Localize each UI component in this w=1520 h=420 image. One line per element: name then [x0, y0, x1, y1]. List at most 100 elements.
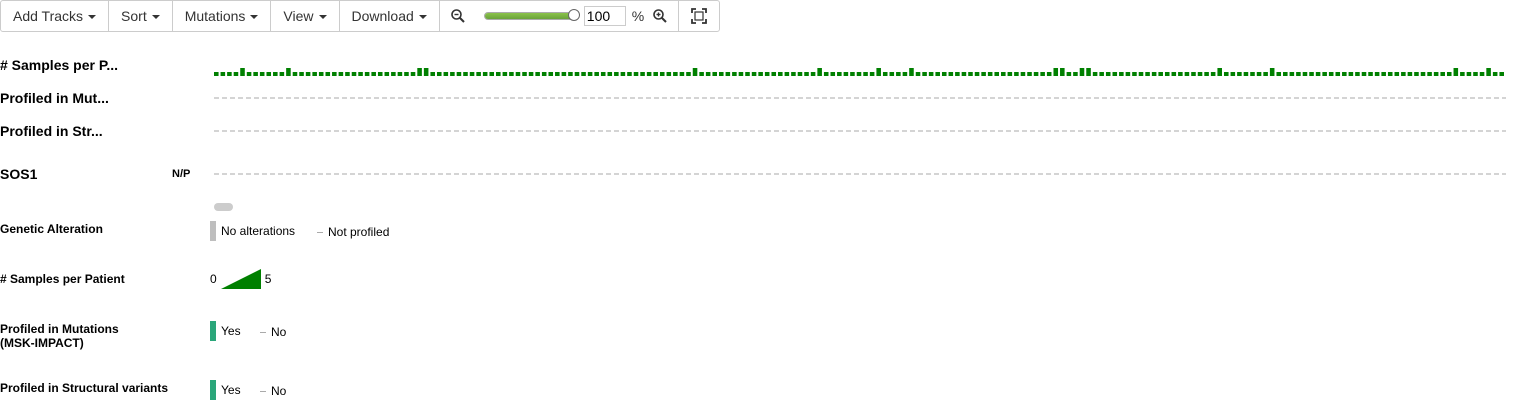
samples-bar[interactable]: [633, 72, 639, 76]
samples-bar[interactable]: [430, 72, 435, 76]
samples-bar[interactable]: [666, 72, 672, 76]
samples-bar[interactable]: [889, 72, 895, 76]
samples-bar[interactable]: [404, 72, 409, 76]
samples-bar[interactable]: [1112, 72, 1118, 76]
samples-bar[interactable]: [797, 72, 803, 76]
samples-bar[interactable]: [994, 72, 1000, 76]
samples-bar[interactable]: [1125, 72, 1131, 76]
samples-bar[interactable]: [1053, 68, 1059, 76]
samples-bar[interactable]: [1066, 72, 1072, 76]
samples-bar[interactable]: [1283, 72, 1288, 76]
samples-bar[interactable]: [843, 72, 849, 76]
horizontal-scrollbar[interactable]: [214, 203, 233, 211]
samples-bar[interactable]: [1046, 72, 1052, 76]
samples-bar[interactable]: [358, 72, 363, 76]
samples-bar[interactable]: [1164, 72, 1170, 76]
samples-bar[interactable]: [1138, 72, 1144, 76]
samples-bar[interactable]: [456, 72, 462, 76]
samples-bar[interactable]: [941, 72, 947, 76]
samples-bar[interactable]: [1361, 72, 1367, 76]
samples-bar[interactable]: [1342, 72, 1347, 76]
samples-bar[interactable]: [364, 72, 370, 76]
samples-bar[interactable]: [1427, 72, 1432, 76]
samples-bar[interactable]: [981, 72, 986, 76]
samples-bar[interactable]: [1256, 72, 1262, 76]
samples-bar[interactable]: [1001, 72, 1006, 76]
samples-bar[interactable]: [928, 72, 934, 76]
samples-bar[interactable]: [738, 72, 744, 76]
samples-bar[interactable]: [377, 72, 383, 76]
samples-bar[interactable]: [325, 72, 331, 76]
samples-bar[interactable]: [568, 72, 573, 76]
samples-bar[interactable]: [1014, 72, 1019, 76]
samples-bar[interactable]: [384, 72, 390, 76]
samples-bar[interactable]: [1348, 72, 1354, 76]
samples-bar[interactable]: [810, 72, 816, 76]
samples-bar[interactable]: [561, 72, 567, 76]
samples-bar[interactable]: [1171, 72, 1177, 76]
samples-bar[interactable]: [699, 72, 704, 76]
samples-bar[interactable]: [1269, 68, 1275, 76]
samples-bar[interactable]: [338, 72, 344, 76]
samples-bar[interactable]: [961, 72, 967, 76]
samples-bar[interactable]: [935, 72, 940, 76]
samples-bar[interactable]: [476, 72, 481, 76]
samples-bar[interactable]: [1132, 72, 1137, 76]
samples-bar[interactable]: [725, 72, 731, 76]
samples-bar[interactable]: [1040, 72, 1045, 76]
samples-bar[interactable]: [522, 72, 527, 76]
samples-bar[interactable]: [332, 72, 337, 76]
samples-bar[interactable]: [837, 72, 842, 76]
samples-bar[interactable]: [863, 72, 868, 76]
samples-bar[interactable]: [869, 72, 875, 76]
samples-bar[interactable]: [856, 72, 862, 76]
samples-bar[interactable]: [764, 72, 770, 76]
samples-bar[interactable]: [1033, 72, 1039, 76]
samples-bar[interactable]: [987, 72, 993, 76]
samples-bar[interactable]: [233, 72, 239, 76]
samples-bar[interactable]: [850, 72, 855, 76]
samples-bar[interactable]: [758, 72, 763, 76]
samples-bar[interactable]: [1414, 72, 1419, 76]
samples-bar[interactable]: [915, 72, 921, 76]
samples-bar[interactable]: [292, 72, 298, 76]
samples-bar[interactable]: [712, 72, 717, 76]
samples-bar[interactable]: [246, 72, 252, 76]
samples-bar[interactable]: [509, 72, 514, 76]
samples-bar[interactable]: [1453, 68, 1459, 76]
samples-bar[interactable]: [882, 72, 888, 76]
samples-bar[interactable]: [1328, 72, 1334, 76]
samples-bar[interactable]: [1433, 72, 1439, 76]
samples-bar[interactable]: [1145, 72, 1150, 76]
samples-bar[interactable]: [646, 72, 652, 76]
samples-bar[interactable]: [1309, 72, 1314, 76]
samples-bar[interactable]: [436, 72, 442, 76]
samples-bar[interactable]: [594, 72, 599, 76]
samples-bar[interactable]: [1322, 72, 1327, 76]
samples-bar[interactable]: [496, 72, 501, 76]
samples-bar[interactable]: [1368, 72, 1373, 76]
samples-bar[interactable]: [620, 72, 626, 76]
samples-bar[interactable]: [443, 72, 449, 76]
samples-bar[interactable]: [423, 68, 429, 76]
samples-bar[interactable]: [345, 72, 350, 76]
samples-bar[interactable]: [1374, 72, 1380, 76]
samples-bar[interactable]: [1184, 72, 1190, 76]
samples-bar[interactable]: [581, 72, 586, 76]
samples-bar[interactable]: [751, 72, 757, 76]
samples-bar[interactable]: [1178, 72, 1183, 76]
samples-bar[interactable]: [463, 72, 468, 76]
samples-bar[interactable]: [482, 72, 488, 76]
samples-bar[interactable]: [299, 72, 304, 76]
samples-bar[interactable]: [279, 72, 285, 76]
samples-bar[interactable]: [896, 72, 901, 76]
samples-bar[interactable]: [1479, 72, 1485, 76]
samples-bar[interactable]: [1420, 72, 1426, 76]
samples-bar[interactable]: [823, 72, 829, 76]
samples-bar[interactable]: [1086, 68, 1091, 76]
samples-bar[interactable]: [600, 72, 606, 76]
samples-bar[interactable]: [1007, 72, 1013, 76]
samples-bar[interactable]: [718, 72, 724, 76]
samples-bar[interactable]: [1197, 72, 1203, 76]
samples-bar[interactable]: [1237, 72, 1242, 76]
